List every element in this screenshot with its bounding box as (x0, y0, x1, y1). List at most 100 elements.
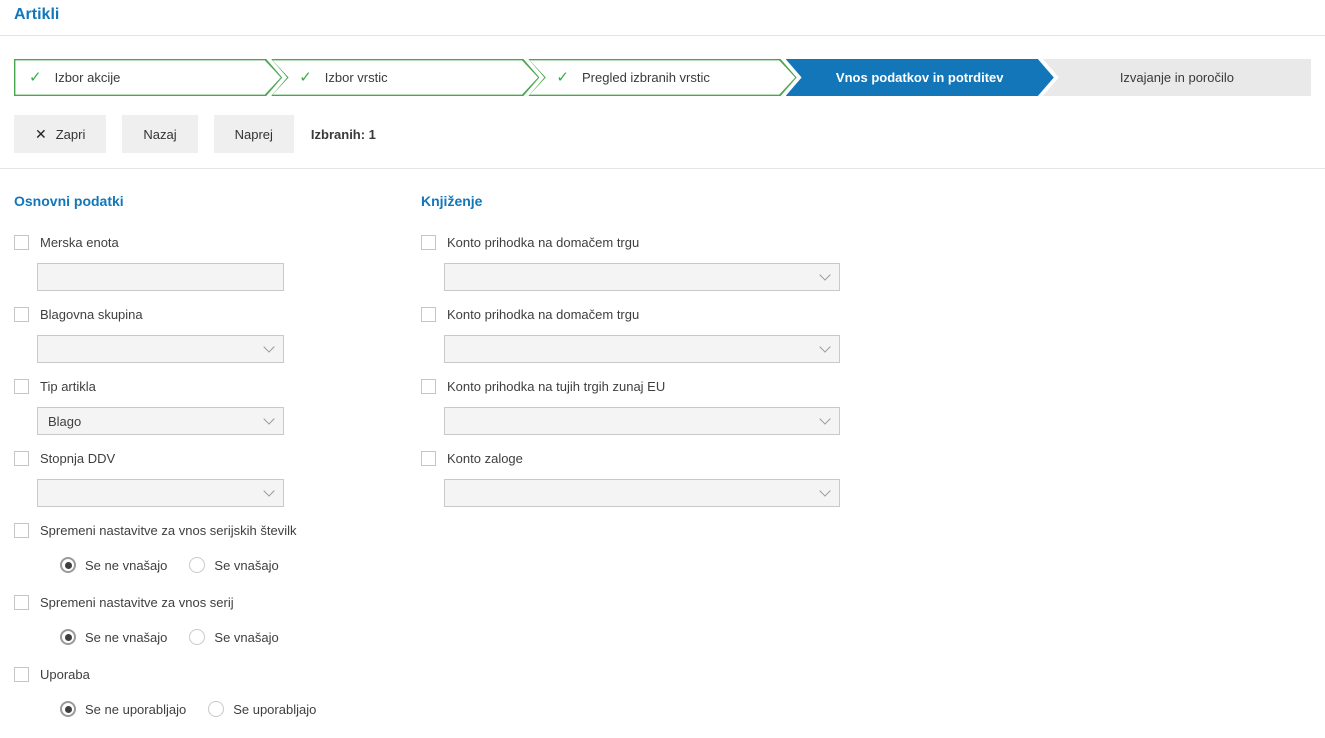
step-izvajanje-in-porocilo[interactable]: Izvajanje in poročilo (1042, 59, 1312, 96)
field-label: Spremeni nastavitve za vnos serij (40, 594, 234, 610)
field-konto-zaloge: Konto zaloge (421, 450, 1311, 507)
step-pregled-izbranih-vrstic[interactable]: ✓ Pregled izbranih vrstic (528, 59, 796, 96)
field-label: Spremeni nastavitve za vnos serijskih št… (40, 522, 297, 538)
select-tip-artikla[interactable]: Blago (37, 407, 284, 435)
check-icon: ✓ (29, 69, 42, 86)
control-wrap: Se ne uporabljajo Se uporabljajo (37, 695, 421, 723)
chevron-down-icon (819, 413, 831, 425)
checkbox-tip-artikla[interactable] (14, 378, 29, 394)
radio-se-vnasajo[interactable] (189, 557, 206, 573)
field-label: Konto prihodka na domačem trgu (447, 306, 640, 322)
field-label: Tip artikla (40, 378, 96, 394)
close-button[interactable]: ✕ Zapri (14, 115, 107, 153)
select-konto-prihodka-na-tujih-trgih-zunaj-eu[interactable] (444, 407, 840, 435)
checkbox-konto-prihodka-na-tujih-trgih-zunaj-eu[interactable] (421, 378, 436, 394)
radio-option-se-vnasajo[interactable]: Se vnašajo (189, 629, 279, 645)
field-label: Konto prihodka na domačem trgu (447, 234, 640, 250)
field-label: Uporaba (40, 666, 90, 682)
radio-option-se-ne-uporabljajo[interactable]: Se ne uporabljajo (60, 701, 186, 717)
field-konto-prihodka-na-tujih-trgih-zunaj-eu: Konto prihodka na tujih trgih zunaj EU (421, 378, 1311, 435)
back-button[interactable]: Nazaj (122, 115, 198, 153)
control-wrap (444, 335, 1311, 363)
field-head: Konto prihodka na domačem trgu (421, 306, 1311, 322)
control-wrap (37, 479, 421, 507)
radio-label: Se vnašajo (214, 557, 279, 573)
chevron-down-icon (819, 269, 831, 281)
step-izbor-akcije[interactable]: ✓ Izbor akcije (14, 59, 282, 96)
field-head: Blagovna skupina (14, 306, 421, 322)
close-button-label: Zapri (55, 126, 86, 142)
radio-group-spremeni-nastavitve-za-vnos-serij: Se ne vnašajo Se vnašajo (60, 623, 421, 651)
form-content: Osnovni podatki Merska enota Blagovna sku… (0, 169, 1325, 738)
radio-se-ne-uporabljajo[interactable] (60, 701, 76, 717)
field-head: Konto zaloge (421, 450, 1311, 466)
input-merska-enota[interactable] (37, 263, 284, 291)
checkbox-konto-prihodka-na-domacem-trgu[interactable] (421, 306, 436, 322)
form-column-right: Knjiženje Konto prihodka na domačem trgu… (421, 193, 1311, 738)
radio-label: Se ne vnašajo (85, 629, 168, 645)
field-label: Konto zaloge (447, 450, 523, 466)
field-head: Konto prihodka na tujih trgih zunaj EU (421, 378, 1311, 394)
select-konto-prihodka-na-domacem-trgu[interactable] (444, 263, 840, 291)
step-label: Izbor akcije (54, 70, 121, 85)
fields-left: Merska enota Blagovna skupina Tip artikla B… (14, 234, 421, 723)
control-wrap (444, 407, 1311, 435)
control-wrap: Se ne vnašajo Se vnašajo (37, 623, 421, 651)
select-value: Blago (48, 413, 82, 429)
field-spremeni-nastavitve-za-vnos-serij: Spremeni nastavitve za vnos serij Se ne v… (14, 594, 421, 651)
checkbox-merska-enota[interactable] (14, 234, 29, 250)
radio-option-se-vnasajo[interactable]: Se vnašajo (189, 557, 279, 573)
select-stopnja-ddv[interactable] (37, 479, 284, 507)
checkbox-konto-zaloge[interactable] (421, 450, 436, 466)
radio-se-uporabljajo[interactable] (208, 701, 225, 717)
checkbox-spremeni-nastavitve-za-vnos-serijskih-stevilk[interactable] (14, 522, 29, 538)
step-vnos-podatkov-in-potrditev[interactable]: Vnos podatkov in potrditev (786, 59, 1054, 96)
select-konto-prihodka-na-domacem-trgu[interactable] (444, 335, 840, 363)
stepper: ✓ Izbor akcije ✓ Izbor vrstic ✓ Pregled izbra… (14, 59, 1312, 96)
step-content: Izvajanje in poročilo (1043, 59, 1311, 96)
next-button[interactable]: Naprej (213, 115, 294, 153)
step-content: ✓ Izbor vrstic (271, 59, 539, 96)
field-head: Tip artikla (14, 378, 421, 394)
chevron-down-icon (263, 413, 275, 425)
step-izbor-vrstic[interactable]: ✓ Izbor vrstic (271, 59, 539, 96)
radio-option-se-ne-vnasajo[interactable]: Se ne vnašajo (60, 629, 167, 645)
chevron-down-icon (263, 485, 275, 497)
field-label: Konto prihodka na tujih trgih zunaj EU (447, 378, 666, 394)
select-konto-zaloge[interactable] (444, 479, 840, 507)
control-wrap (444, 263, 1311, 291)
checkbox-konto-prihodka-na-domacem-trgu[interactable] (421, 234, 436, 250)
radio-label: Se ne uporabljajo (85, 701, 187, 717)
radio-option-se-ne-vnasajo[interactable]: Se ne vnašajo (60, 557, 167, 573)
chevron-down-icon (819, 341, 831, 353)
control-wrap: Se ne vnašajo Se vnašajo (37, 551, 421, 579)
close-icon: ✕ (35, 126, 47, 142)
checkbox-spremeni-nastavitve-za-vnos-serij[interactable] (14, 594, 29, 610)
radio-se-vnasajo[interactable] (189, 629, 206, 645)
chevron-down-icon (819, 485, 831, 497)
checkbox-blagovna-skupina[interactable] (14, 306, 29, 322)
radio-se-ne-vnasajo[interactable] (60, 629, 76, 645)
field-uporaba: Uporaba Se ne uporabljajo Se uporabljajo (14, 666, 421, 723)
fields-right: Konto prihodka na domačem trgu Konto prih… (421, 234, 1311, 507)
checkbox-uporaba[interactable] (14, 666, 29, 682)
field-head: Uporaba (14, 666, 421, 682)
step-label: Izvajanje in poročilo (1119, 70, 1234, 85)
control-wrap (37, 335, 421, 363)
radio-label: Se uporabljajo (233, 701, 317, 717)
step-content: ✓ Izbor akcije (14, 59, 282, 96)
radio-se-ne-vnasajo[interactable] (60, 557, 76, 573)
radio-label: Se vnašajo (214, 629, 279, 645)
checkbox-stopnja-ddv[interactable] (14, 450, 29, 466)
select-blagovna-skupina[interactable] (37, 335, 284, 363)
chevron-down-icon (263, 341, 275, 353)
control-wrap (37, 263, 421, 291)
field-head: Spremeni nastavitve za vnos serij (14, 594, 421, 610)
field-label: Blagovna skupina (40, 306, 143, 322)
radio-option-se-uporabljajo[interactable]: Se uporabljajo (208, 701, 316, 717)
field-label: Merska enota (40, 234, 119, 250)
section-heading-osnovni-podatki: Osnovni podatki (14, 193, 124, 209)
step-content: ✓ Pregled izbranih vrstic (528, 59, 796, 96)
field-tip-artikla: Tip artikla Blago (14, 378, 421, 435)
field-blagovna-skupina: Blagovna skupina (14, 306, 421, 363)
